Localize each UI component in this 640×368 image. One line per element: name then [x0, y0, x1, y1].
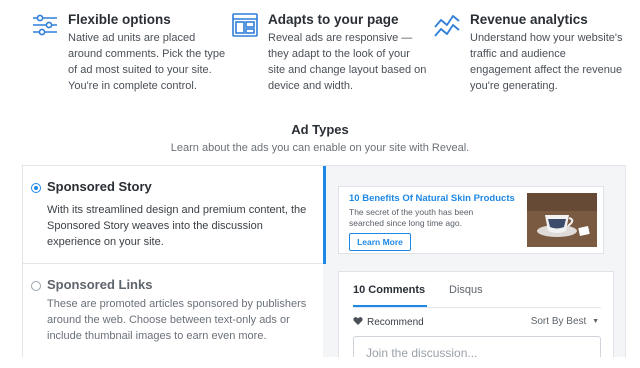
chevron-down-icon: ▼ — [592, 318, 599, 325]
ad-option-title: Sponsored Links — [47, 277, 153, 292]
feature-title: Adapts to your page — [268, 12, 399, 27]
features-row: Flexible options Native ad units are pla… — [0, 0, 640, 110]
ad-option-description: With its streamlined design and premium … — [47, 204, 307, 248]
ad-preview: 10 Benefits Of Natural Skin Products The… — [323, 166, 625, 357]
divider — [353, 307, 601, 308]
teacup-image-icon — [527, 193, 597, 247]
section-subtitle: Learn about the ads you can enable on yo… — [170, 142, 470, 154]
comment-input[interactable]: Join the discussion... — [353, 336, 601, 357]
section-title: Ad Types — [291, 122, 349, 137]
ad-title-link[interactable]: 10 Benefits Of Natural Skin Products — [349, 193, 515, 204]
recommend-label: Recommend — [367, 317, 424, 328]
sliders-icon — [33, 14, 57, 36]
feature-title: Revenue analytics — [470, 12, 588, 27]
feature-description: Understand how your website's traffic an… — [470, 32, 623, 92]
analytics-trend-icon — [434, 15, 460, 37]
ad-option-sponsored-story[interactable]: Sponsored Story With its streamlined des… — [23, 166, 323, 264]
ad-option-title: Sponsored Story — [47, 179, 152, 194]
feature-description: Native ad units are placed around commen… — [68, 32, 226, 92]
sort-dropdown[interactable]: Sort By Best ▼ — [531, 316, 599, 327]
tab-disqus[interactable]: Disqus — [449, 284, 483, 296]
heart-icon — [353, 317, 363, 325]
disqus-comments-widget: 10 Comments Disqus Recommend Sort By Bes… — [338, 271, 614, 357]
tab-comments[interactable]: 10 Comments — [353, 284, 425, 296]
ad-types-panel: Sponsored Story With its streamlined des… — [22, 165, 626, 357]
ad-type-options: Sponsored Story With its streamlined des… — [23, 166, 323, 357]
comment-placeholder: Join the discussion... — [366, 346, 478, 357]
ad-option-sponsored-links[interactable]: Sponsored Links These are promoted artic… — [23, 264, 323, 357]
recommend-button[interactable]: Recommend — [353, 316, 424, 328]
radio-selected[interactable] — [31, 183, 41, 193]
feature-title: Flexible options — [68, 12, 171, 27]
selected-accent-bar — [323, 166, 326, 264]
radio-unselected[interactable] — [31, 281, 41, 291]
responsive-layout-icon — [232, 13, 258, 37]
sort-label: Sort By Best — [530, 316, 587, 327]
ad-thumbnail-image[interactable] — [527, 193, 597, 247]
ad-description: The secret of the youth has been searche… — [349, 207, 474, 228]
sponsored-story-card: 10 Benefits Of Natural Skin Products The… — [338, 186, 604, 254]
feature-description: Reveal ads are responsive — they adapt t… — [268, 32, 427, 92]
learn-more-button[interactable]: Learn More — [349, 233, 411, 251]
ad-option-description: These are promoted articles sponsored by… — [47, 298, 307, 342]
